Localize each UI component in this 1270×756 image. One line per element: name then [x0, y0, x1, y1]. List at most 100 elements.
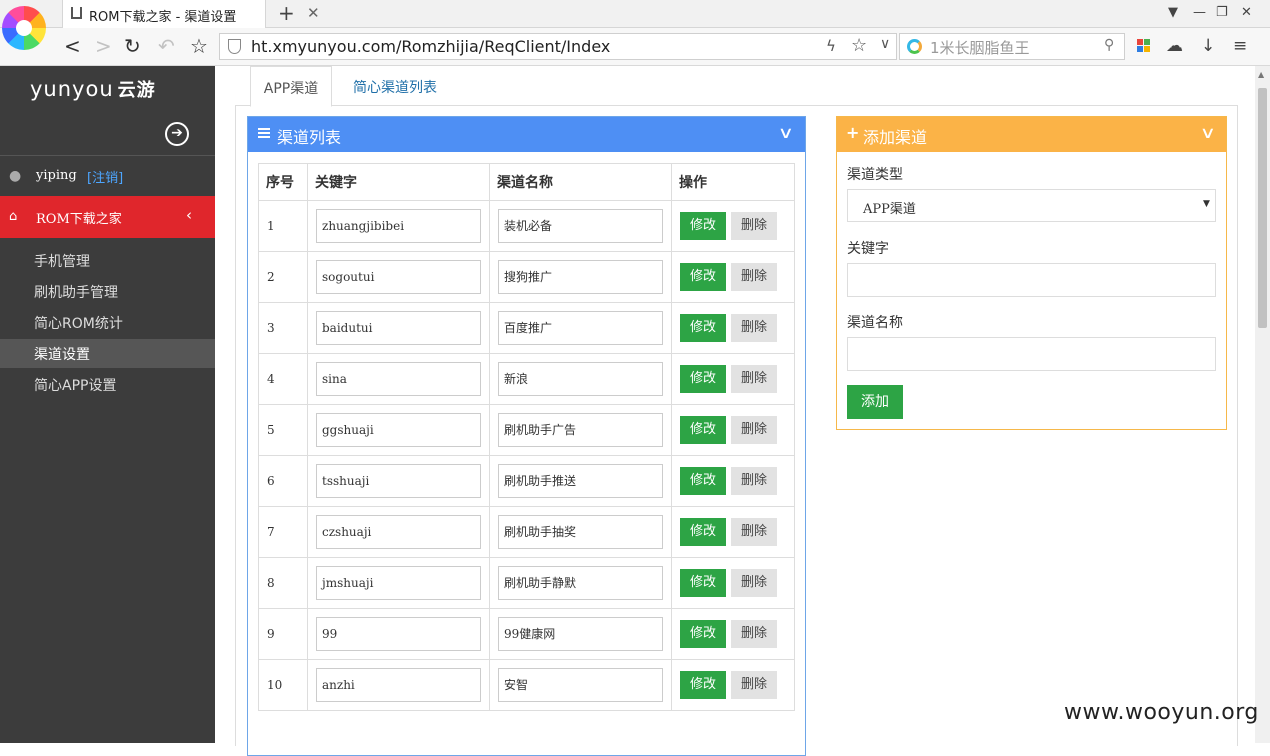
download-icon[interactable]: ↓ — [1201, 36, 1215, 56]
delete-button[interactable]: 删除 — [731, 671, 777, 699]
keyword-field[interactable]: czshuaji — [316, 515, 481, 549]
apps-grid-icon[interactable] — [1137, 39, 1151, 53]
channel-name-field[interactable]: 搜狗推广 — [498, 260, 663, 294]
channel-list-panel: 渠道列表 ∨ 序号 关键字 渠道名称 操作 1 zhuangjibibei 装机必备… — [247, 116, 806, 756]
sidebar-item-label: 渠道设置 — [34, 347, 90, 363]
keyword-cell: jmshuaji — [307, 557, 490, 609]
sidebar-item-channel-settings[interactable]: 渠道设置 — [0, 339, 215, 368]
close-tab-icon[interactable]: ✕ — [307, 4, 320, 22]
edit-button[interactable]: 修改 — [680, 416, 726, 444]
minimize-icon[interactable]: — — [1193, 5, 1206, 20]
page-tabs: APP渠道 简心渠道列表 — [235, 66, 1238, 107]
delete-button[interactable]: 删除 — [731, 467, 777, 495]
search-icon[interactable]: ⚲ — [1104, 37, 1114, 53]
browser-logo-icon[interactable] — [2, 6, 46, 50]
logout-link[interactable]: [注销] — [87, 167, 123, 186]
row-number: 4 — [258, 353, 308, 405]
edit-button[interactable]: 修改 — [680, 518, 726, 546]
plus-icon: + — [846, 123, 860, 142]
maximize-icon[interactable]: ❐ — [1216, 5, 1228, 20]
delete-button[interactable]: 删除 — [731, 416, 777, 444]
search-input[interactable]: 1米长胭脂鱼王 — [930, 37, 1030, 58]
channel-name-field[interactable]: 百度推广 — [498, 311, 663, 345]
keyword-field[interactable]: anzhi — [316, 668, 481, 702]
menu-icon[interactable]: ≡ — [1233, 36, 1247, 56]
channel-name-field[interactable]: 刷机助手抽奖 — [498, 515, 663, 549]
add-button[interactable]: 添加 — [847, 385, 903, 419]
edit-button[interactable]: 修改 — [680, 467, 726, 495]
keyword-field[interactable]: 99 — [316, 617, 481, 651]
list-icon — [258, 128, 270, 139]
channel-name-cell: 百度推广 — [489, 302, 672, 354]
keyword-field[interactable]: sina — [316, 362, 481, 396]
cloud-icon[interactable]: ☁ — [1166, 36, 1183, 56]
channel-name-field[interactable]: 刷机助手静默 — [498, 566, 663, 600]
edit-button[interactable]: 修改 — [680, 314, 726, 342]
url-dropdown-icon[interactable]: ∨ — [880, 36, 890, 52]
sidebar-item-app-settings[interactable]: 简心APP设置 — [0, 370, 215, 399]
channel-name-field[interactable]: 装机必备 — [498, 209, 663, 243]
channel-name-field[interactable]: 安智 — [498, 668, 663, 702]
close-window-icon[interactable]: ✕ — [1241, 5, 1252, 20]
edit-button[interactable]: 修改 — [680, 263, 726, 291]
sidebar-item-phone[interactable]: 手机管理 — [0, 246, 215, 275]
keyword-field[interactable]: tsshuaji — [316, 464, 481, 498]
keyword-field[interactable]: jmshuaji — [316, 566, 481, 600]
collapse-chevron-icon[interactable]: ∨ — [778, 123, 794, 142]
channel-name-input[interactable] — [847, 337, 1216, 371]
skin-icon[interactable]: ▼ — [1168, 5, 1178, 20]
tab-jianxin-channel-list[interactable]: 简心渠道列表 — [345, 66, 455, 106]
address-bar[interactable]: ht.xmyunyou.com/Romzhijia/ReqClient/Inde… — [219, 33, 897, 60]
delete-button[interactable]: 删除 — [731, 263, 777, 291]
row-number: 8 — [258, 557, 308, 609]
favorite-star-icon[interactable]: ☆ — [851, 35, 867, 56]
channel-name-field[interactable]: 刷机助手推送 — [498, 464, 663, 498]
page-scrollbar[interactable]: ▲ — [1255, 66, 1270, 743]
collapse-chevron-icon[interactable]: ∨ — [1200, 123, 1216, 142]
tab-app-channel[interactable]: APP渠道 — [250, 66, 332, 107]
bookmark-icon[interactable]: ☆ — [190, 34, 208, 58]
user-icon: ● — [9, 168, 22, 184]
sign-out-icon[interactable]: ➔ — [165, 122, 189, 146]
keyword-field[interactable]: ggshuaji — [316, 413, 481, 447]
url-text[interactable]: ht.xmyunyou.com/Romzhijia/ReqClient/Inde… — [251, 37, 610, 56]
channel-name-field[interactable]: 99健康网 — [498, 617, 663, 651]
channel-name-field[interactable]: 刷机助手广告 — [498, 413, 663, 447]
speed-icon[interactable]: ϟ — [826, 37, 836, 55]
keyword-field[interactable]: sogoutui — [316, 260, 481, 294]
reload-icon[interactable]: ↻ — [124, 34, 141, 58]
user-row: ● yiping [注销] — [0, 156, 215, 196]
keyword-input[interactable] — [847, 263, 1216, 297]
new-tab-icon[interactable]: + — [278, 1, 295, 25]
back-icon[interactable]: < — [64, 34, 81, 58]
keyword-field[interactable]: zhuangjibibei — [316, 209, 481, 243]
actions-cell: 修改 删除 — [671, 455, 795, 507]
scrollbar-thumb[interactable] — [1258, 88, 1267, 328]
chevron-left-icon: ‹ — [186, 206, 192, 224]
edit-button[interactable]: 修改 — [680, 671, 726, 699]
delete-button[interactable]: 删除 — [731, 212, 777, 240]
delete-button[interactable]: 删除 — [731, 518, 777, 546]
edit-button[interactable]: 修改 — [680, 365, 726, 393]
delete-button[interactable]: 删除 — [731, 569, 777, 597]
table-row: 9 99 99健康网 修改 删除 — [258, 608, 795, 660]
delete-button[interactable]: 删除 — [731, 620, 777, 648]
edit-button[interactable]: 修改 — [680, 620, 726, 648]
scroll-up-icon[interactable]: ▲ — [1258, 70, 1264, 79]
delete-button[interactable]: 删除 — [731, 365, 777, 393]
undo-icon[interactable]: ↶ — [158, 34, 175, 58]
channel-name-field[interactable]: 新浪 — [498, 362, 663, 396]
actions-cell: 修改 删除 — [671, 404, 795, 456]
delete-button[interactable]: 删除 — [731, 314, 777, 342]
forward-icon[interactable]: > — [95, 34, 112, 58]
edit-button[interactable]: 修改 — [680, 212, 726, 240]
keyword-field[interactable]: baidutui — [316, 311, 481, 345]
sidebar-item-flash-assistant[interactable]: 刷机助手管理 — [0, 277, 215, 306]
edit-button[interactable]: 修改 — [680, 569, 726, 597]
browser-tab[interactable]: ROM下载之家 - 渠道设置 ✕ — [62, 0, 320, 28]
channel-type-select[interactable]: APP渠道 ▼ — [847, 189, 1216, 222]
search-box[interactable]: 1米长胭脂鱼王 ⚲ — [899, 33, 1125, 60]
sidebar-item-rom-stats[interactable]: 简心ROM统计 — [0, 308, 215, 337]
sidebar-section-rom[interactable]: ⌂ ROM下载之家 ‹ — [0, 196, 215, 238]
brand-logo[interactable]: yunyou 云游 — [30, 76, 156, 102]
